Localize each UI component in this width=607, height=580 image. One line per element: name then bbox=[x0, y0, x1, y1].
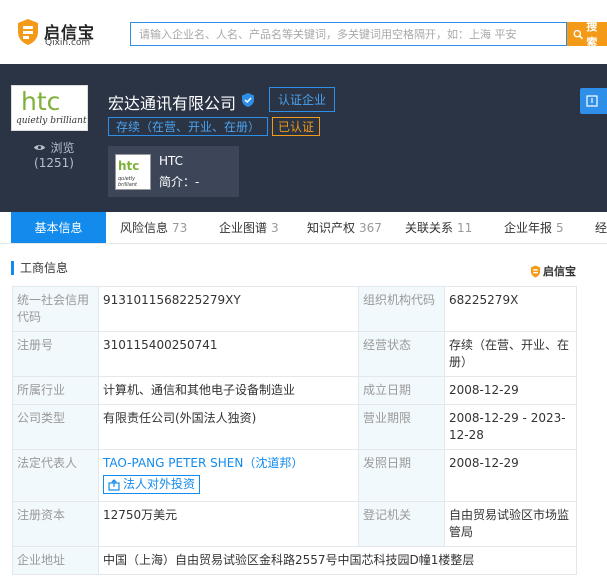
tab-risk-info[interactable]: 风险信息 73 bbox=[120, 212, 187, 243]
brand-thumb-tagline: quietly brilliant bbox=[118, 176, 137, 188]
shield-logo-icon bbox=[530, 265, 541, 277]
table-row: 所属行业 计算机、通信和其他电子设备制造业 成立日期 2008-12-29 bbox=[12, 376, 577, 405]
section-watermark: 启信宝 bbox=[530, 263, 576, 279]
brand-description: 简介：- bbox=[159, 175, 200, 189]
field-label: 注册资本 bbox=[12, 500, 99, 547]
company-header: htc quietly brilliant 浏览 (1251) 宏达通讯有限公司… bbox=[0, 64, 607, 212]
tab-label: 经 bbox=[595, 221, 607, 235]
tab-count: 11 bbox=[457, 220, 473, 235]
investment-button-label: 法人对外投资 bbox=[123, 477, 196, 491]
tab-label: 企业图谱 bbox=[219, 221, 268, 235]
tab-count: 367 bbox=[359, 220, 382, 235]
field-label: 组织机构代码 bbox=[358, 286, 445, 332]
table-row: 法定代表人 TAO-PANG PETER SHEN（沈道邦） 法人对外投资 发照… bbox=[12, 449, 577, 502]
field-value-cell: TAO-PANG PETER SHEN（沈道邦） 法人对外投资 bbox=[98, 449, 359, 502]
export-button[interactable] bbox=[580, 88, 607, 114]
search-button-label: 搜索 bbox=[586, 20, 598, 49]
certified-badge: 已认证 bbox=[272, 117, 321, 136]
field-value: 2008-12-29 bbox=[444, 376, 577, 405]
table-row: 公司类型 有限责任公司(外国法人独资) 营业期限 2008-12-29 - 20… bbox=[12, 404, 577, 450]
section-title: 工商信息 bbox=[11, 261, 68, 275]
tab-basic-info[interactable]: 基本信息 bbox=[11, 212, 106, 243]
company-name: 宏达通讯有限公司 bbox=[108, 94, 237, 113]
tab-operations[interactable]: 经 bbox=[595, 212, 607, 243]
field-label: 发照日期 bbox=[358, 449, 445, 502]
tab-label: 风险信息 bbox=[120, 221, 169, 235]
export-icon bbox=[586, 95, 598, 107]
field-value: 12750万美元 bbox=[98, 500, 359, 547]
view-counter: 浏览 (1251) bbox=[24, 139, 84, 170]
watermark-text: 启信宝 bbox=[543, 265, 576, 278]
tab-intellectual-property[interactable]: 知识产权 367 bbox=[307, 212, 382, 243]
brand-name-label: HTC bbox=[159, 154, 184, 168]
top-bar: 启信宝 Qixin.com 搜索 bbox=[0, 0, 607, 64]
tab-count: 3 bbox=[271, 220, 279, 235]
tab-annual-report[interactable]: 企业年报 5 bbox=[504, 212, 564, 243]
tab-bar: 基本信息 风险信息 73 企业图谱 3 知识产权 367 关联关系 11 企业年报 5 经 bbox=[0, 212, 607, 244]
field-value: 68225279X bbox=[444, 286, 577, 332]
shield-logo-icon bbox=[18, 19, 38, 45]
certify-company-button[interactable]: 认证企业 bbox=[269, 87, 335, 112]
export-icon bbox=[108, 478, 120, 491]
field-label: 成立日期 bbox=[358, 376, 445, 405]
field-label: 法定代表人 bbox=[12, 449, 99, 502]
field-value: 9131011568225279XY bbox=[98, 286, 359, 332]
table-row: 注册资本 12750万美元 登记机关 自由贸易试验区市场监管局 bbox=[12, 500, 577, 547]
field-label: 经营状态 bbox=[358, 331, 445, 377]
table-row: 企业地址 中国（上海）自由贸易试验区金科路2557号中国芯科技园D幢1楼整层 bbox=[12, 545, 577, 575]
field-label: 公司类型 bbox=[12, 404, 99, 450]
field-label: 企业地址 bbox=[12, 545, 99, 575]
table-row: 统一社会信用代码 9131011568225279XY 组织机构代码 68225… bbox=[12, 286, 577, 332]
table-row: 注册号 310115400250741 经营状态 存续（在营、开业、在册） bbox=[12, 331, 577, 377]
field-value: 自由贸易试验区市场监管局 bbox=[444, 500, 577, 547]
company-logo-tagline: quietly brilliant bbox=[16, 116, 87, 126]
company-logo-text: htc bbox=[21, 87, 61, 116]
field-value: 存续（在营、开业、在册） bbox=[444, 331, 577, 377]
business-info-table: 统一社会信用代码 9131011568225279XY 组织机构代码 68225… bbox=[12, 286, 577, 575]
search-icon bbox=[573, 29, 584, 39]
brand-card[interactable]: htc quietly brilliant HTC 简介：- bbox=[108, 146, 239, 197]
brand-thumb-text: htc bbox=[118, 159, 140, 173]
field-value: 310115400250741 bbox=[98, 331, 359, 377]
verified-badge-icon bbox=[242, 93, 254, 107]
tab-label: 知识产权 bbox=[307, 221, 356, 235]
search-box bbox=[130, 22, 567, 46]
tab-count: 5 bbox=[556, 220, 564, 235]
qixinbao-logo[interactable]: 启信宝 Qixin.com bbox=[16, 18, 102, 50]
field-value: 2008-12-29 bbox=[444, 449, 577, 502]
field-label: 统一社会信用代码 bbox=[12, 286, 99, 332]
status-badge: 存续（在营、开业、在册） bbox=[108, 117, 269, 136]
tab-label: 基本信息 bbox=[34, 221, 83, 235]
tab-enterprise-graph[interactable]: 企业图谱 3 bbox=[219, 212, 279, 243]
field-label: 营业期限 bbox=[358, 404, 445, 450]
brand-thumbnail: htc quietly brilliant bbox=[115, 154, 151, 190]
search-button[interactable]: 搜索 bbox=[567, 20, 607, 49]
legal-rep-link[interactable]: TAO-PANG PETER SHEN（沈道邦） bbox=[103, 455, 354, 472]
field-value: 计算机、通信和其他电子设备制造业 bbox=[98, 376, 359, 405]
field-label: 注册号 bbox=[12, 331, 99, 377]
field-value: 中国（上海）自由贸易试验区金科路2557号中国芯科技园D幢1楼整层 bbox=[98, 545, 577, 575]
tab-label: 关联关系 bbox=[405, 221, 454, 235]
tab-label: 企业年报 bbox=[504, 221, 553, 235]
views-label: 浏览 bbox=[50, 141, 75, 155]
field-label: 登记机关 bbox=[358, 500, 445, 547]
views-count: (1251) bbox=[34, 156, 74, 170]
tab-count: 73 bbox=[172, 220, 188, 235]
field-value: 2008-12-29 - 2023-12-28 bbox=[444, 404, 577, 450]
field-label: 所属行业 bbox=[12, 376, 99, 405]
field-value: 有限责任公司(外国法人独资) bbox=[98, 404, 359, 450]
tab-relations[interactable]: 关联关系 11 bbox=[405, 212, 472, 243]
company-logo: htc quietly brilliant bbox=[11, 85, 88, 131]
eye-icon bbox=[34, 145, 46, 150]
legal-rep-investment-button[interactable]: 法人对外投资 bbox=[103, 475, 201, 494]
search-input[interactable] bbox=[131, 23, 566, 46]
brand-domain: Qixin.com bbox=[45, 38, 91, 48]
